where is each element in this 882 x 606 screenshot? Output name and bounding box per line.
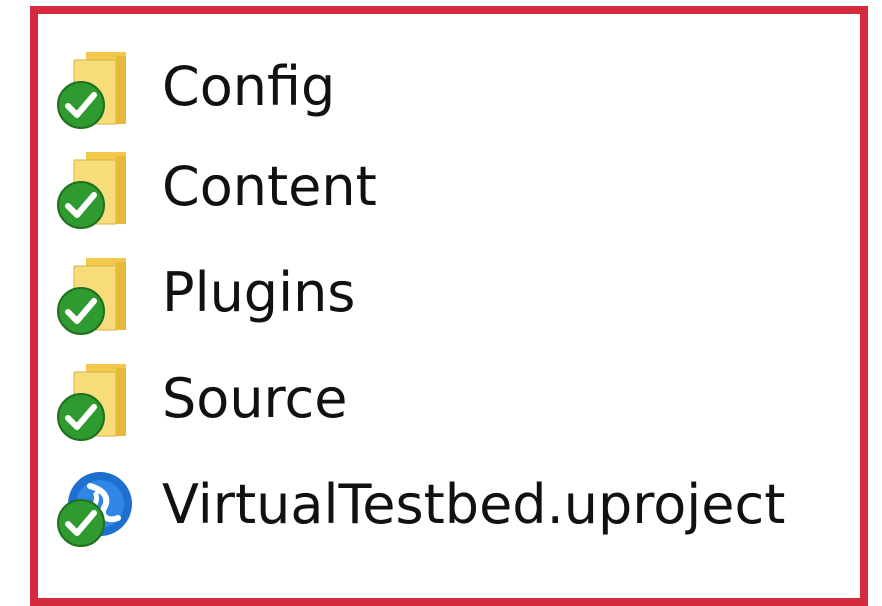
item-icon [56, 146, 132, 229]
file-name: Content [162, 155, 377, 218]
file-name: VirtualTestbed.uproject [162, 473, 786, 536]
file-name: Config [162, 55, 336, 118]
item-icon [56, 358, 132, 441]
file-name: Source [162, 367, 348, 430]
list-item-plugins[interactable]: Plugins [56, 240, 785, 346]
file-list: Config Content Plugins Source VirtualTes… [56, 40, 785, 558]
file-name: Plugins [162, 261, 356, 324]
list-item-uproject[interactable]: VirtualTestbed.uproject [56, 452, 785, 558]
item-icon [56, 464, 132, 547]
list-item-source[interactable]: Source [56, 346, 785, 452]
list-item-content[interactable]: Content [56, 134, 785, 240]
item-icon [56, 252, 132, 335]
list-item-config[interactable]: Config [56, 40, 785, 134]
sync-ok-check-icon [57, 499, 105, 547]
sync-ok-check-icon [57, 393, 105, 441]
sync-ok-check-icon [57, 81, 105, 129]
item-icon [56, 46, 132, 129]
sync-ok-check-icon [57, 181, 105, 229]
sync-ok-check-icon [57, 287, 105, 335]
